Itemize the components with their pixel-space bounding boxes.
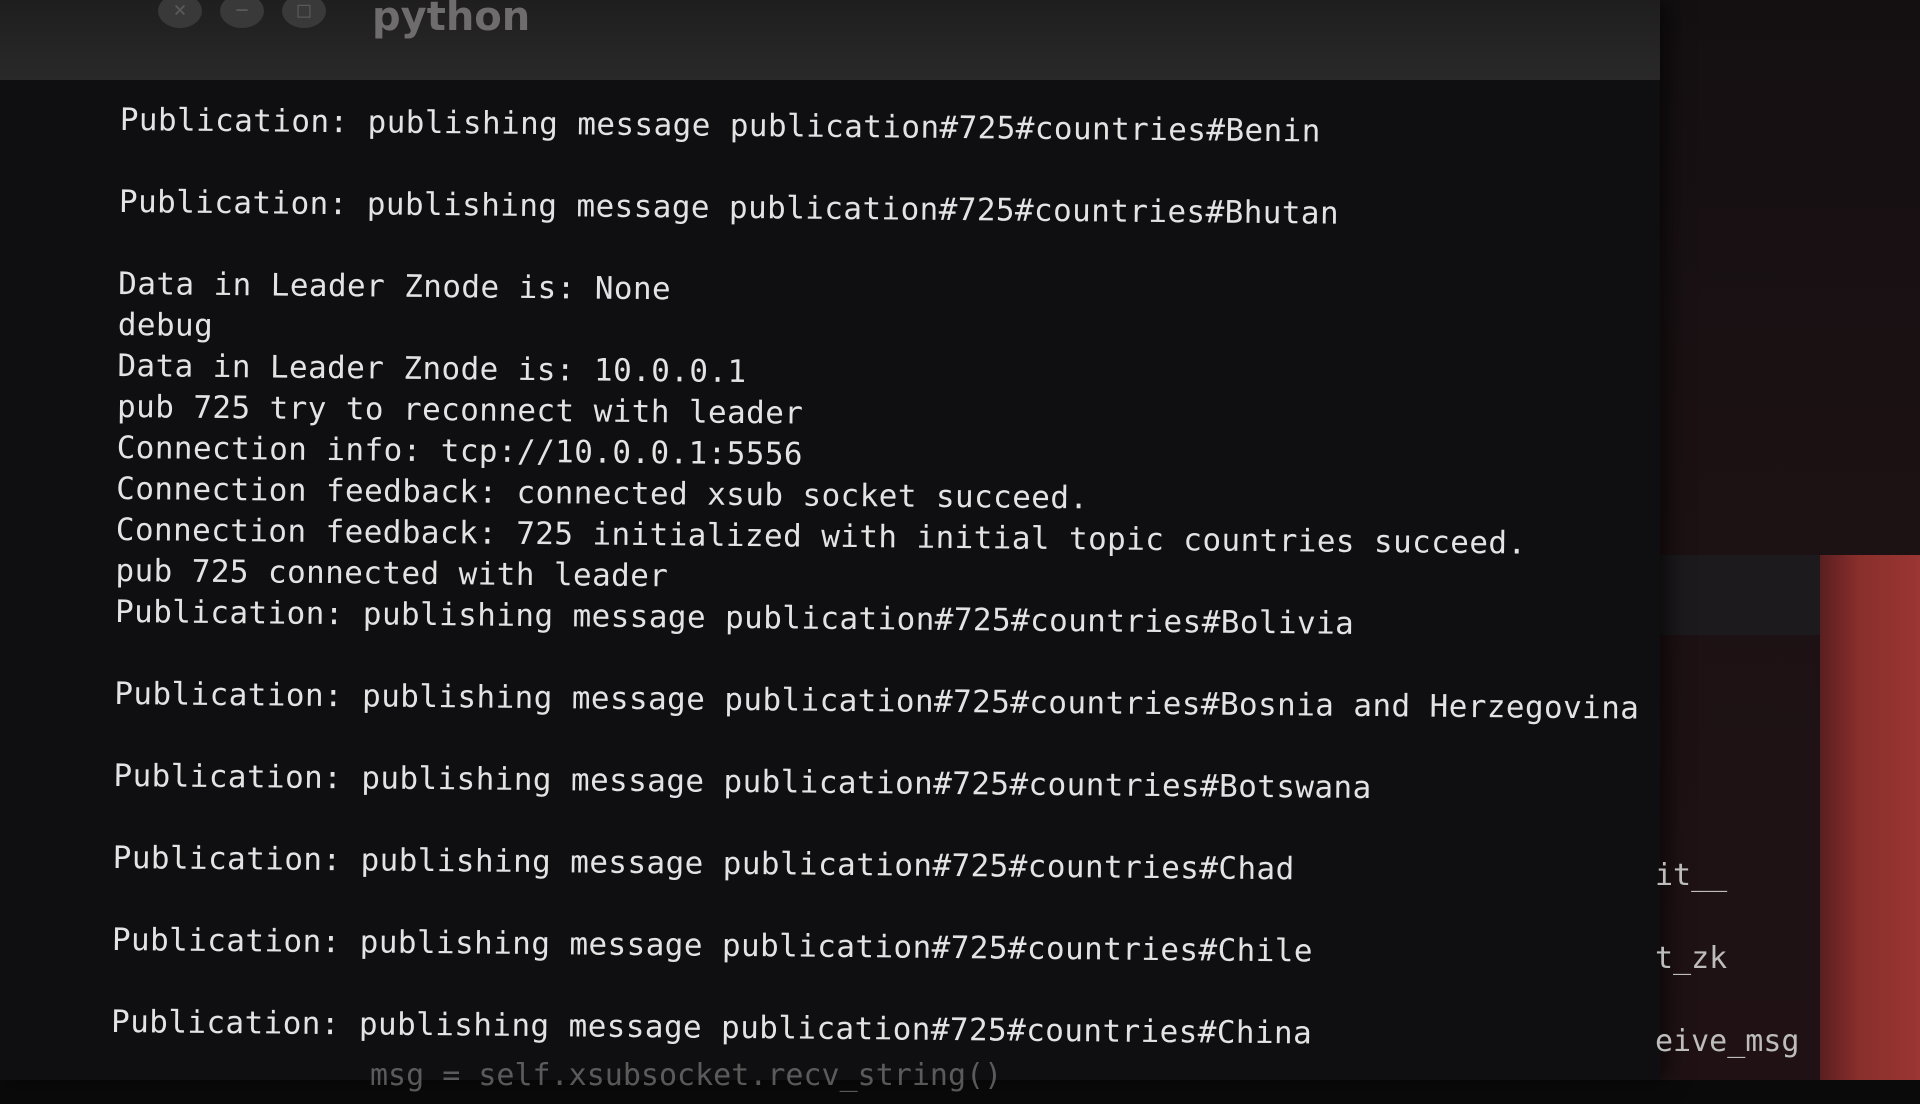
window-controls: × − □ xyxy=(158,0,326,40)
minimize-icon[interactable]: − xyxy=(220,0,264,28)
background-code-fragments: it__ t_zk eive_msg xyxy=(1655,855,1915,1104)
title-bar[interactable]: × − □ python xyxy=(0,0,1660,80)
code-fragment: t_zk xyxy=(1655,941,1728,976)
terminal-partial-line: msg = self.xsubsocket.recv_string() xyxy=(370,1058,1003,1093)
background-window-strip xyxy=(1650,555,1820,635)
code-fragment: eive_msg xyxy=(1655,1024,1800,1059)
maximize-icon[interactable]: □ xyxy=(282,0,326,28)
terminal-output[interactable]: Publication: publishing message publicat… xyxy=(111,100,1660,1058)
code-fragment: it__ xyxy=(1655,858,1728,893)
terminal-window[interactable]: × − □ python Publication: publishing mes… xyxy=(0,0,1660,1093)
window-title: python xyxy=(372,0,531,40)
close-icon[interactable]: × xyxy=(158,0,202,28)
